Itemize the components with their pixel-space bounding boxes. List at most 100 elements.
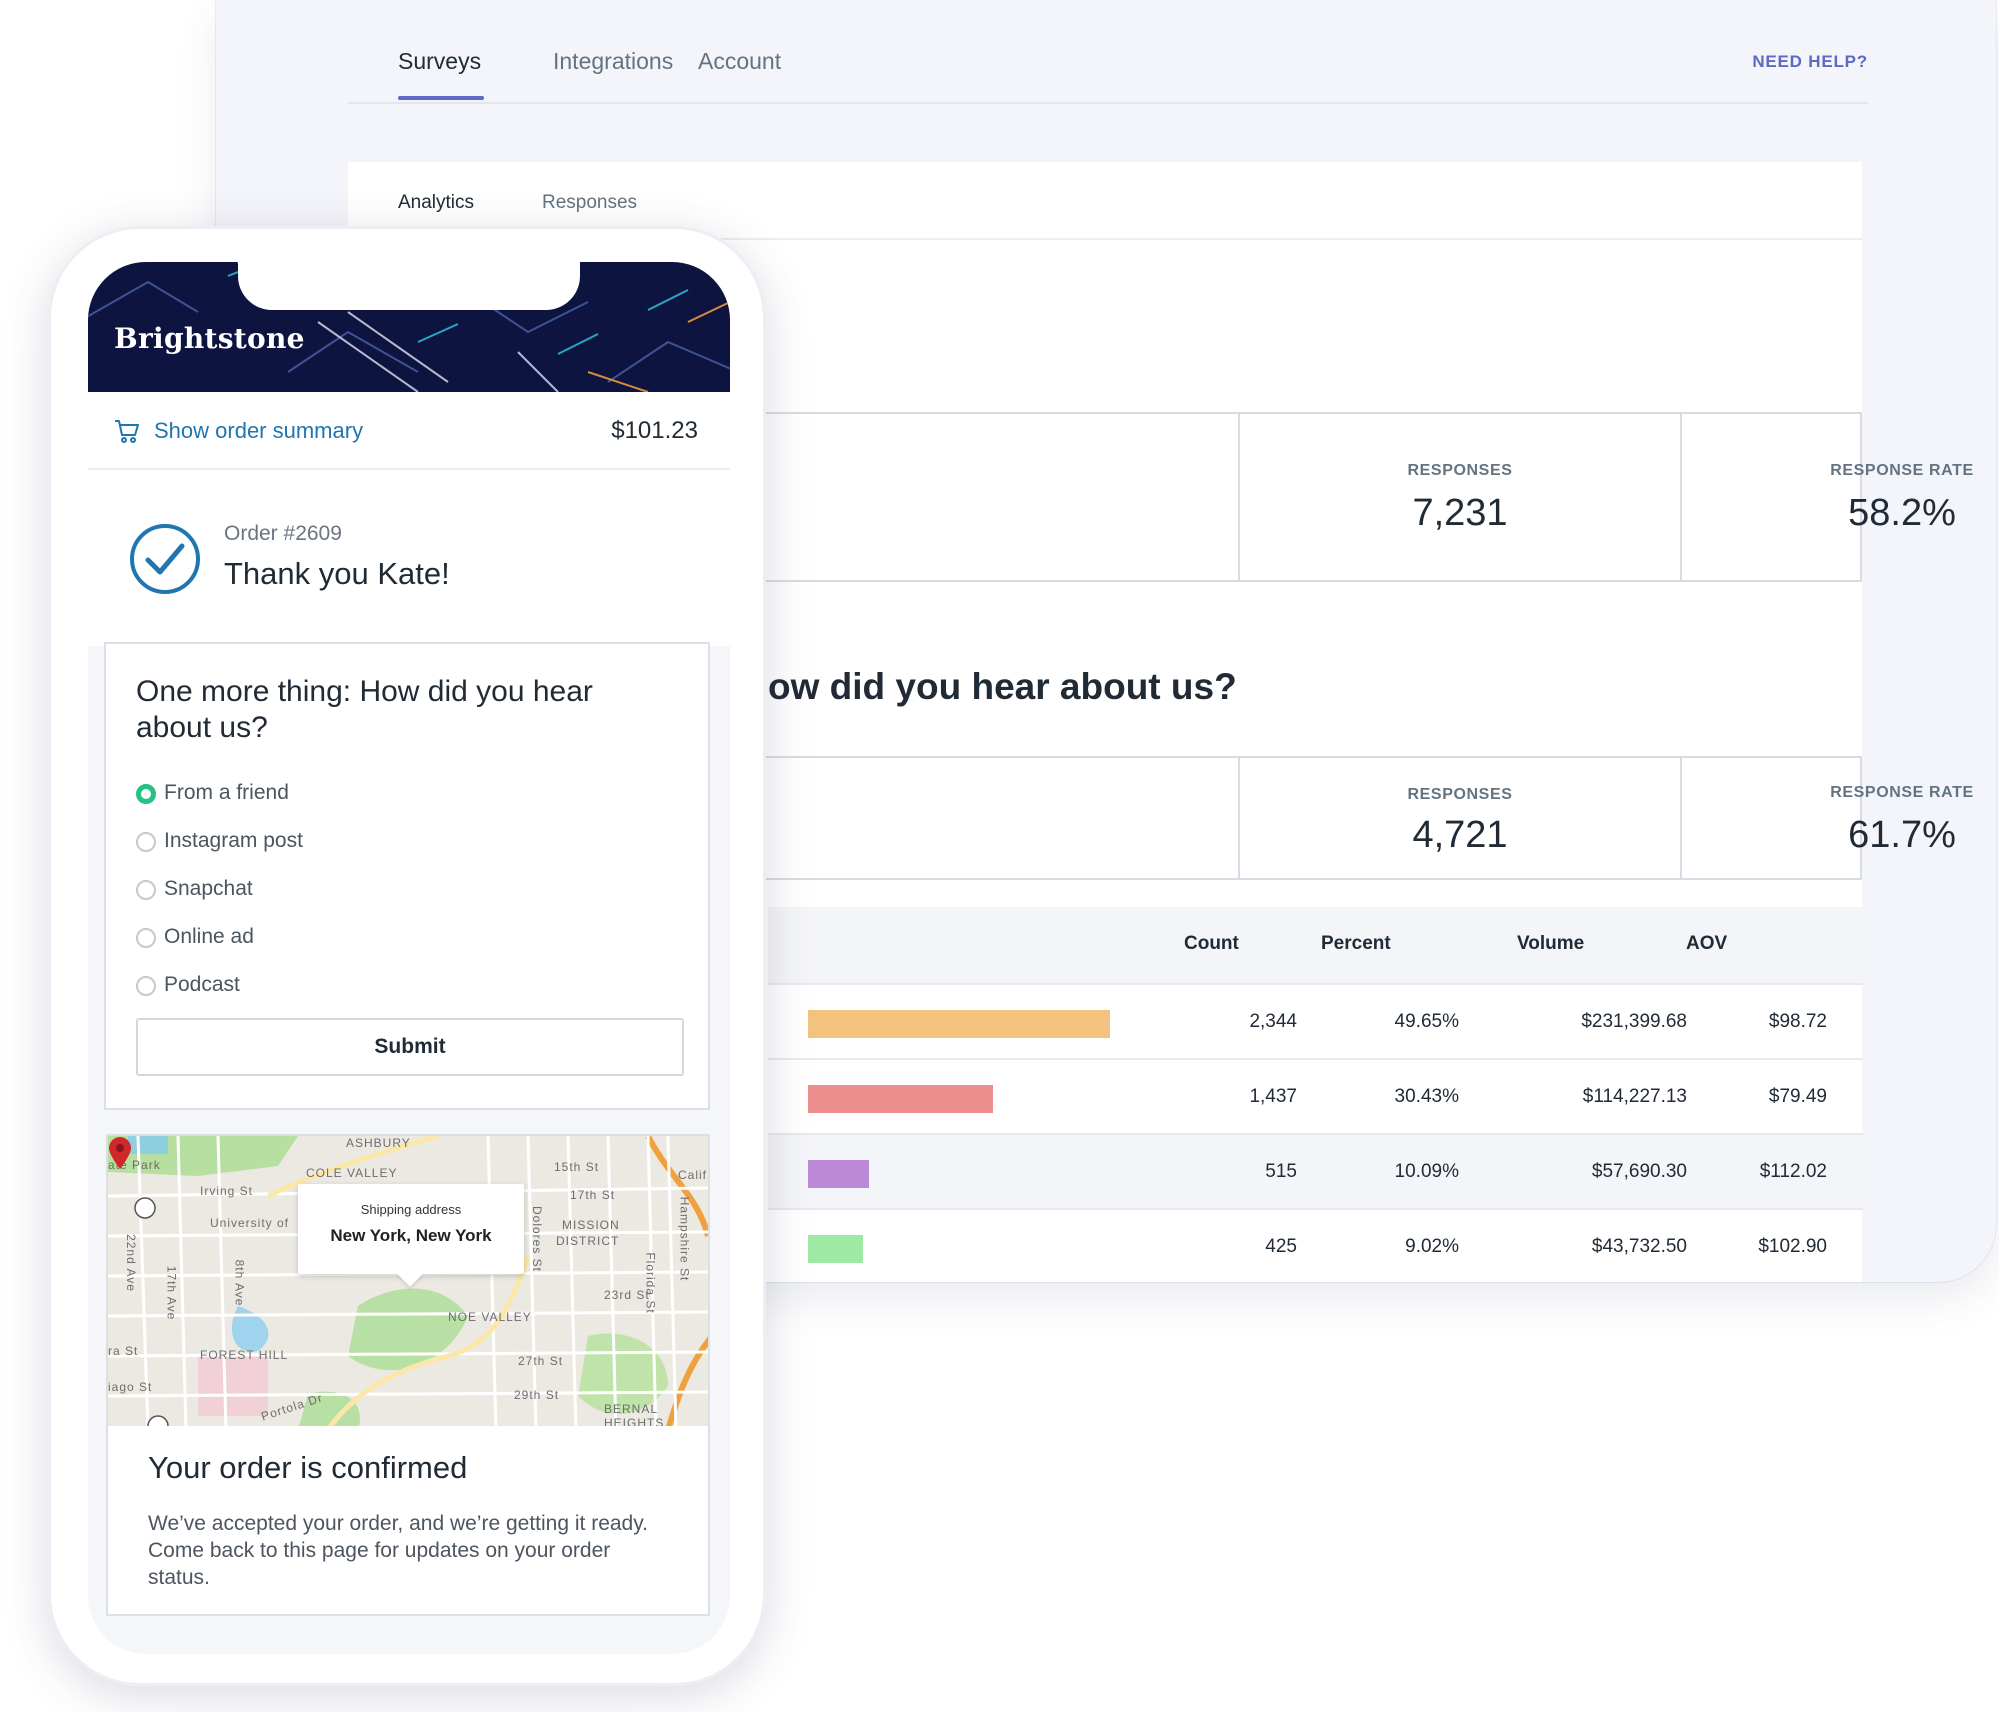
- phone-mockup: Brightstone Show order summary $101.23 O…: [48, 226, 766, 1686]
- summary-stats: RESPONSES 7,231 RESPONSE RATE 58.2%: [698, 412, 1973, 582]
- percent-cell: 49.65%: [1394, 1011, 1459, 1032]
- stat-value: 61.7%: [1848, 814, 1956, 856]
- radio-icon[interactable]: [136, 928, 156, 948]
- map-label: 15th St: [554, 1160, 600, 1174]
- count-cell: 1,437: [1249, 1086, 1297, 1107]
- map-label: Hampshire St: [677, 1196, 692, 1282]
- radio-icon[interactable]: [136, 832, 156, 852]
- map-label: 27th St: [518, 1354, 564, 1368]
- thank-you-section: Order #2609 Thank you Kate!: [88, 470, 730, 646]
- map-label: NOE VALLEY: [448, 1310, 532, 1324]
- map-label: 17th St: [570, 1188, 616, 1202]
- question-responses-stat: RESPONSES 4,721: [1240, 758, 1680, 878]
- aov-cell: $98.72: [1768, 1011, 1827, 1032]
- stat-label: RESPONSE RATE: [1830, 784, 1974, 801]
- top-navigation: Surveys Integrations Account NEED HELP?: [348, 0, 1868, 104]
- map-label: Florida St: [643, 1252, 658, 1314]
- tooltip-address: New York, New York: [330, 1226, 492, 1245]
- map-label: University of: [210, 1216, 290, 1230]
- table-row: 515 10.09% $57,690.30 $112.02: [768, 1133, 1863, 1208]
- aov-cell: $112.02: [1759, 1161, 1827, 1182]
- map-label: 23rd St: [604, 1288, 650, 1302]
- map-label: Dolores St: [530, 1205, 545, 1273]
- column-header-percent[interactable]: Percent: [1321, 933, 1391, 955]
- option-label: Online ad: [164, 925, 254, 948]
- tab-integrations[interactable]: Integrations: [553, 48, 673, 75]
- map-label: COLE VALLEY: [306, 1166, 398, 1180]
- order-summary-bar[interactable]: Show order summary $101.23: [88, 392, 730, 470]
- column-header-count[interactable]: Count: [1184, 933, 1239, 955]
- stat-value: 58.2%: [1848, 492, 1956, 534]
- percent-cell: 30.43%: [1394, 1086, 1459, 1107]
- phone-notch: [238, 262, 580, 310]
- option-label: From a friend: [164, 781, 289, 804]
- radio-selected-icon[interactable]: [136, 784, 156, 804]
- table-row: 2,344 49.65% $231,399.68 $98.72: [768, 983, 1863, 1058]
- share-bar: [808, 1235, 863, 1263]
- tab-analytics[interactable]: Analytics: [398, 192, 474, 214]
- column-header-volume[interactable]: Volume: [1517, 933, 1584, 955]
- count-cell: 2,344: [1249, 1011, 1297, 1032]
- radio-icon[interactable]: [136, 880, 156, 900]
- question-stats: RESPONSES 4,721 RESPONSE RATE 61.7%: [698, 756, 1973, 880]
- survey-card: One more thing: How did you hear about u…: [104, 642, 710, 1110]
- stat-value: 7,231: [1412, 492, 1508, 534]
- map-label: 17th Ave: [164, 1265, 179, 1321]
- share-bar: [808, 1160, 870, 1188]
- order-confirmed-card: Your order is confirmed We’ve accepted y…: [106, 1426, 710, 1616]
- submit-button[interactable]: Submit: [136, 1018, 684, 1076]
- stat-label: RESPONSES: [1407, 462, 1513, 479]
- confirmation-body: We’ve accepted your order, and we’re get…: [148, 1512, 649, 1589]
- tab-responses[interactable]: Responses: [542, 192, 637, 214]
- question-response-rate-stat: RESPONSE RATE 61.7%: [1682, 758, 1996, 878]
- thank-you-title: Thank you Kate!: [224, 556, 450, 591]
- radio-icon[interactable]: [136, 976, 156, 996]
- map-label: MISSION: [562, 1218, 620, 1232]
- map-label: ra St: [108, 1344, 139, 1358]
- option-label: Snapchat: [164, 877, 253, 900]
- volume-cell: $231,399.68: [1581, 1011, 1687, 1032]
- order-number: Order #2609: [224, 522, 342, 545]
- count-cell: 515: [1265, 1161, 1297, 1182]
- table-body: 2,344 49.65% $231,399.68 $98.72 1,437 30.43% $…: [768, 983, 1863, 1282]
- table-row: 1,437 30.43% $114,227.13 $79.49: [768, 1058, 1863, 1133]
- table-header: Count Percent Volume AOV: [768, 907, 1863, 983]
- share-bar: [808, 1085, 994, 1113]
- brand-header: Brightstone: [88, 262, 730, 392]
- percent-cell: 10.09%: [1394, 1161, 1459, 1182]
- volume-cell: $43,732.50: [1591, 1236, 1687, 1257]
- aov-cell: $79.49: [1768, 1086, 1827, 1107]
- volume-cell: $57,690.30: [1591, 1161, 1687, 1182]
- percent-cell: 9.02%: [1405, 1236, 1459, 1257]
- tab-surveys[interactable]: Surveys: [398, 48, 481, 75]
- map-label: 29th St: [514, 1388, 560, 1402]
- map-label: DISTRICT: [556, 1234, 620, 1248]
- column-header-aov[interactable]: AOV: [1686, 933, 1727, 955]
- share-bar: [808, 1010, 1110, 1038]
- shipping-map[interactable]: ASHBURY ate Park COLE VALLEY 15th St Cal…: [106, 1134, 710, 1428]
- aov-cell: $102.90: [1758, 1236, 1827, 1257]
- map-label: FOREST HILL: [200, 1348, 289, 1362]
- map-label: BERNAL: [604, 1402, 659, 1416]
- option-label: Instagram post: [164, 829, 303, 852]
- checkmark-circle-icon: [130, 524, 200, 594]
- location-pin-icon[interactable]: [108, 1136, 132, 1170]
- map-label: ASHBURY: [346, 1136, 411, 1150]
- map-label: Calif: [678, 1168, 708, 1182]
- question-heading: ow did you hear about us?: [768, 666, 1237, 707]
- order-total: $101.23: [611, 417, 698, 444]
- tab-account[interactable]: Account: [698, 48, 781, 75]
- need-help-link[interactable]: NEED HELP?: [1752, 52, 1868, 72]
- map-label: Irving St: [200, 1184, 254, 1198]
- cart-icon: [115, 420, 139, 443]
- map-label: 8th Ave: [232, 1259, 247, 1307]
- phone-screen: Brightstone Show order summary $101.23 O…: [88, 262, 730, 1654]
- tooltip-title: Shipping address: [360, 1202, 462, 1217]
- count-cell: 425: [1265, 1236, 1297, 1257]
- brand-logo: Brightstone: [114, 322, 305, 355]
- stat-label: RESPONSE RATE: [1830, 462, 1974, 479]
- volume-cell: $114,227.13: [1582, 1086, 1687, 1107]
- option-label: Podcast: [164, 973, 240, 996]
- show-order-summary-link[interactable]: Show order summary: [154, 418, 363, 444]
- confirmation-title: Your order is confirmed: [148, 1450, 468, 1485]
